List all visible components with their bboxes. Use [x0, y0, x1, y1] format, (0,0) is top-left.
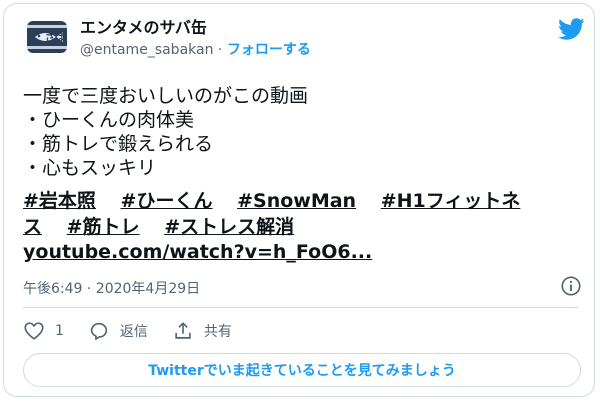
- hashtag-link[interactable]: #ひーくん: [121, 190, 213, 212]
- like-button[interactable]: 1: [23, 320, 64, 342]
- reply-button[interactable]: 返信: [88, 320, 148, 342]
- tweet-timestamp[interactable]: 午後6:49 · 2020年4月29日: [23, 278, 200, 298]
- separator-dot: ·: [217, 42, 223, 58]
- share-label: 共有: [203, 324, 232, 340]
- hashtag-block: #岩本照 #ひーくん #SnowMan #H1フィットネ ス #筋トレ #ストレ…: [23, 188, 563, 240]
- divider: [23, 307, 578, 308]
- author-info: エンタメのサバ缶 @entame_sabakan · フォローする: [80, 18, 311, 60]
- hashtag-link[interactable]: #ストレス解消: [164, 216, 294, 238]
- action-bar: 1 返信 共有: [23, 319, 256, 343]
- share-button[interactable]: 共有: [172, 320, 232, 342]
- tweet-line: ・ひーくんの肉体美: [23, 109, 195, 131]
- tweet-body: 一度で三度おいしいのがこの動画 ・ひーくんの肉体美 ・筋トレで鍛えられる ・心も…: [23, 84, 563, 180]
- youtube-link[interactable]: youtube.com/watch?v=h_FoO6...: [23, 241, 372, 263]
- tweet-line: 一度で三度おいしいのがこの動画: [23, 85, 309, 107]
- can-logo-icon: さば: [23, 13, 71, 61]
- avatar[interactable]: さば: [23, 13, 71, 61]
- share-upload-icon: [175, 322, 191, 339]
- info-icon[interactable]: [560, 275, 582, 297]
- tweet-card: さば エンタメのサバ缶 @entame_sabakan · フォローする 一度で…: [3, 3, 595, 397]
- avatar-text: さば: [45, 31, 65, 44]
- hashtag-link[interactable]: #H1フィットネ: [381, 190, 521, 212]
- heart-icon: [24, 322, 44, 340]
- hashtag-link[interactable]: #SnowMan: [237, 190, 356, 212]
- twitter-bird-icon[interactable]: [557, 15, 585, 43]
- follow-button[interactable]: フォローする: [227, 42, 311, 58]
- hashtag-line: ス #筋トレ #ストレス解消: [23, 214, 563, 240]
- author-handle-row: @entame_sabakan · フォローする: [80, 40, 311, 60]
- tweet-line: ・心もスッキリ: [23, 157, 157, 179]
- hashtag-link[interactable]: #岩本照: [23, 190, 96, 212]
- reply-label: 返信: [119, 324, 148, 340]
- explore-twitter-button[interactable]: Twitterでいま起きていることを見てみましょう: [23, 353, 581, 387]
- hashtag-link-continued[interactable]: ス: [23, 216, 42, 238]
- author-handle[interactable]: @entame_sabakan: [80, 42, 213, 58]
- hashtag-link[interactable]: #筋トレ: [67, 216, 140, 238]
- author-display-name[interactable]: エンタメのサバ缶: [80, 18, 311, 38]
- like-count: 1: [55, 323, 64, 339]
- speech-bubble-icon: [90, 322, 108, 340]
- tweet-line: ・筋トレで鍛えられる: [23, 133, 214, 155]
- hashtag-line: #岩本照 #ひーくん #SnowMan #H1フィットネ: [23, 188, 563, 214]
